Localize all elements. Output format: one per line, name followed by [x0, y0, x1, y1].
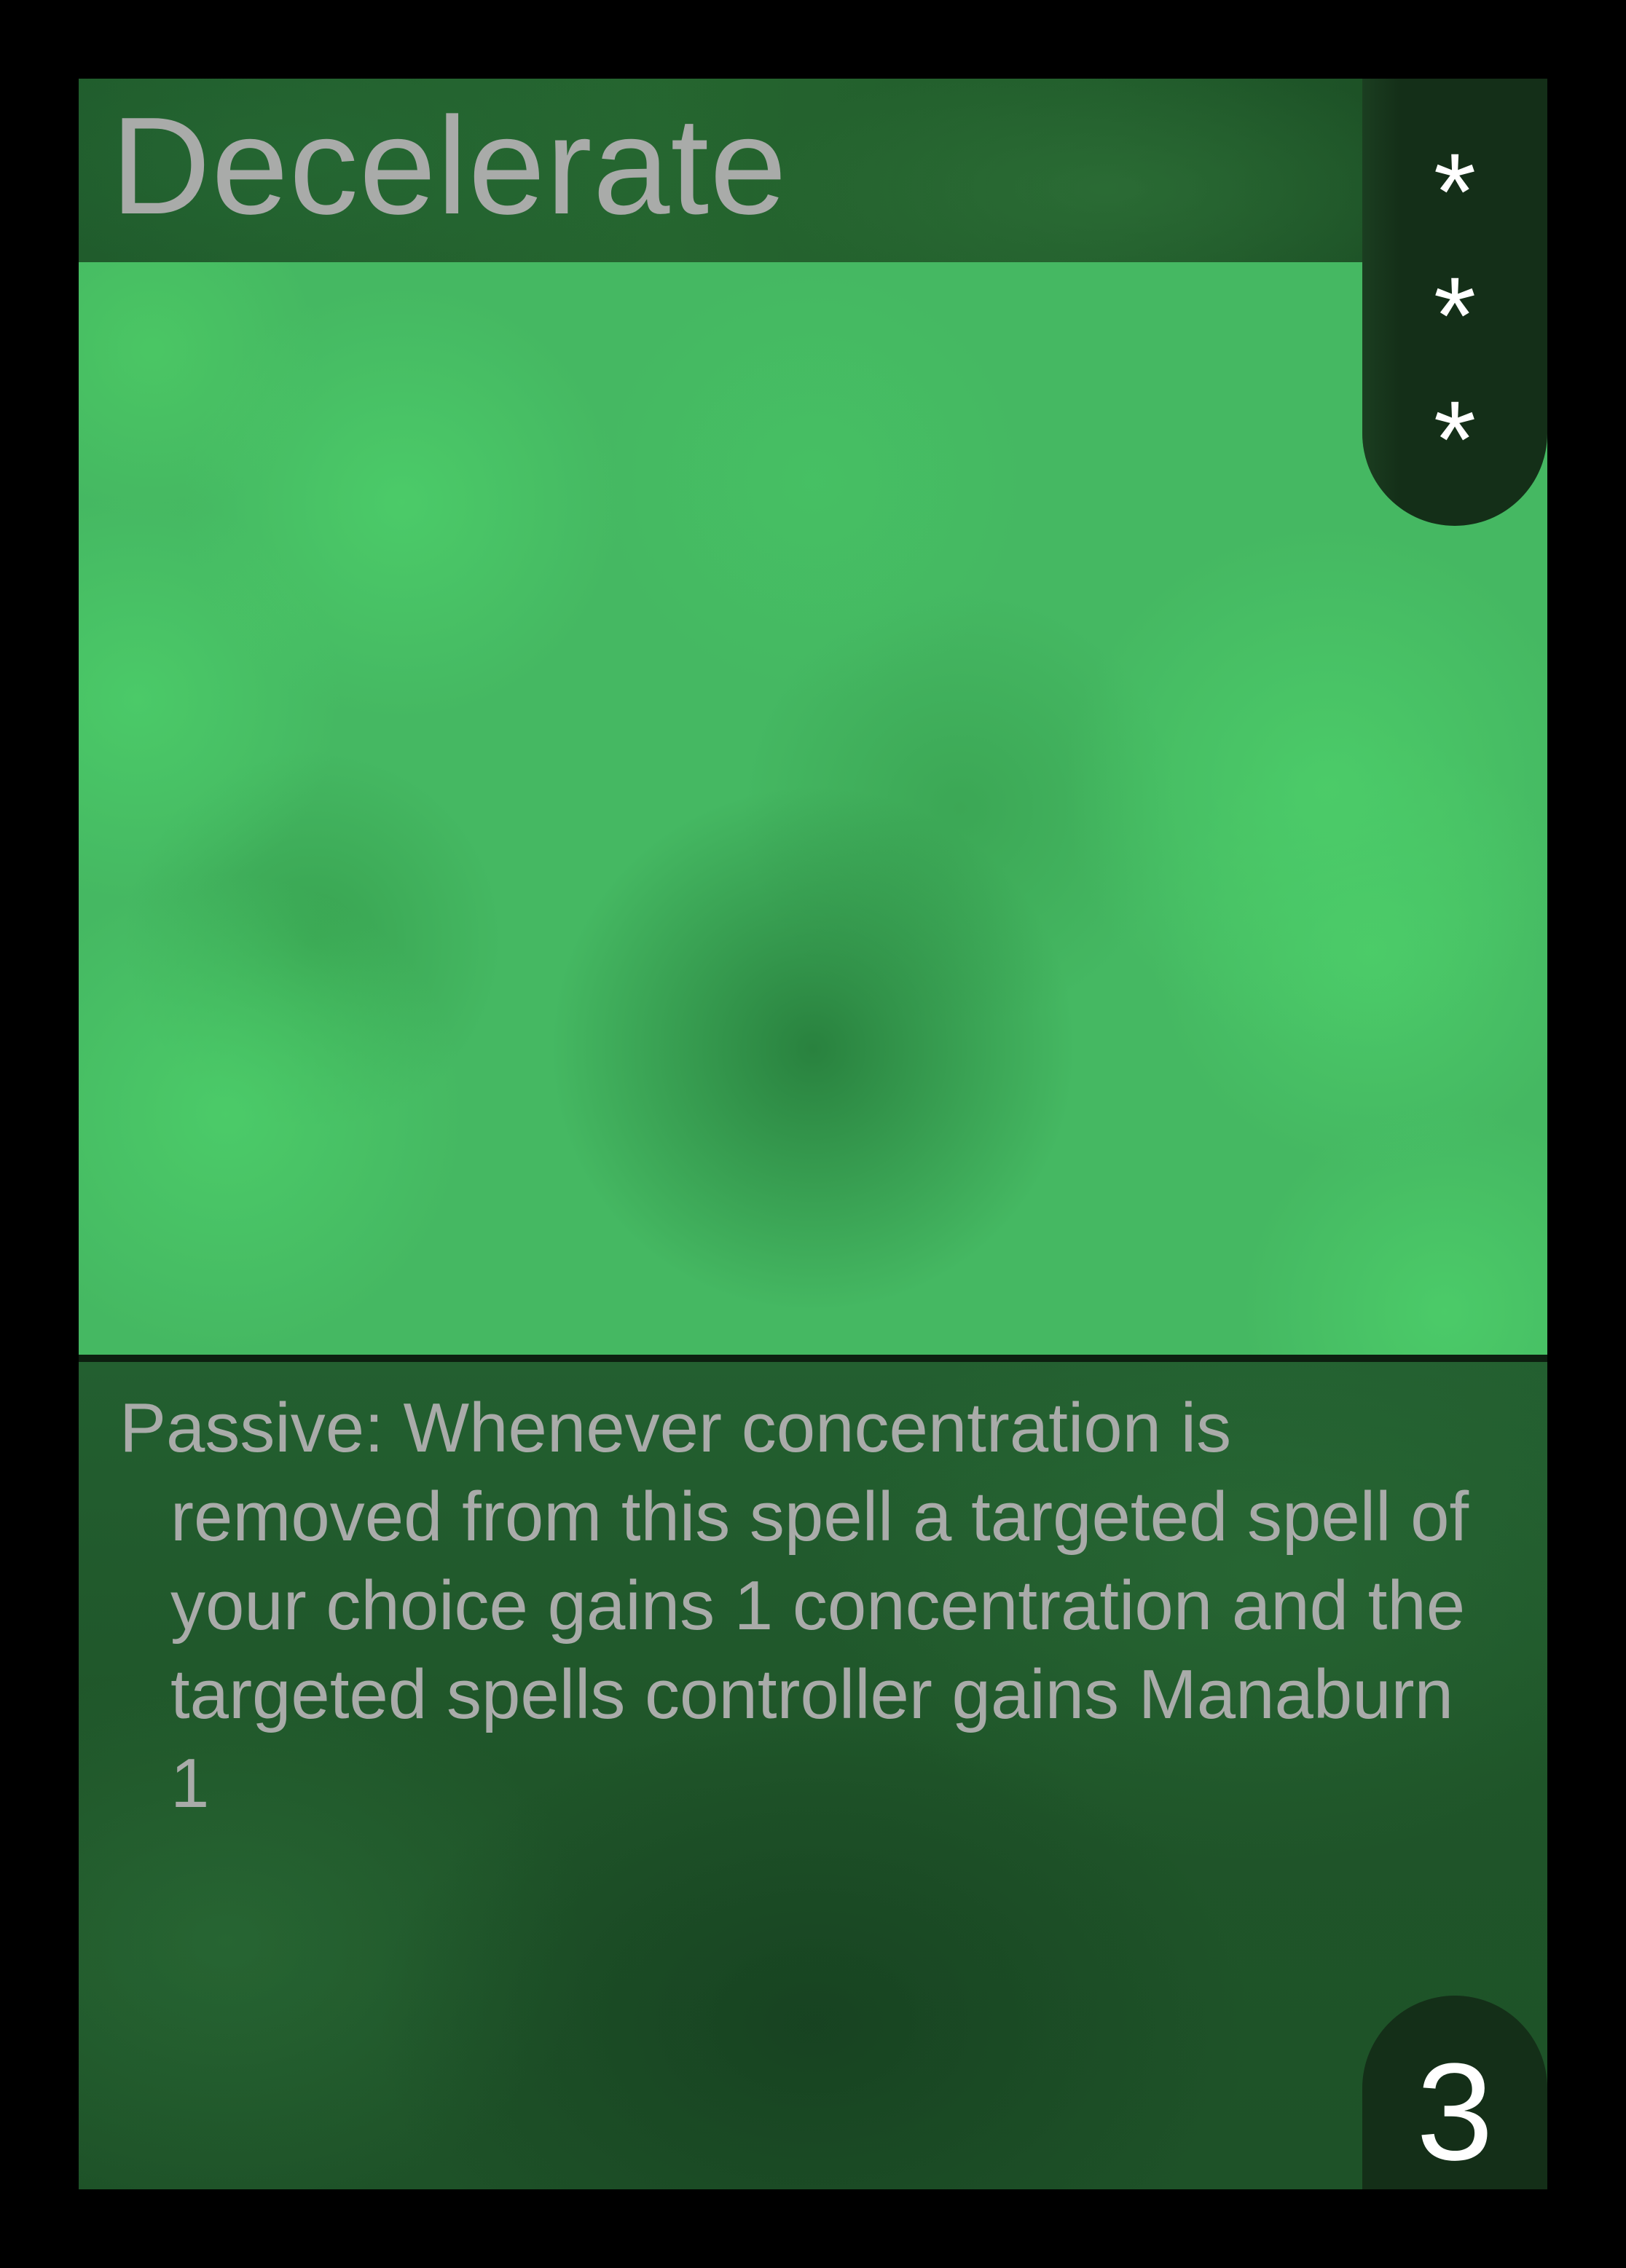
cost-symbol-icon: * — [1433, 254, 1477, 377]
card-art — [79, 262, 1547, 1355]
art-divider — [79, 1355, 1547, 1362]
cost-symbol-icon: * — [1433, 378, 1477, 500]
level-number: 3 — [1416, 2035, 1493, 2189]
cost-symbol-icon: * — [1433, 130, 1477, 253]
card-title: Decelerate — [111, 89, 788, 243]
rules-text: Passive: Whenever concentration is remov… — [119, 1389, 1469, 1822]
